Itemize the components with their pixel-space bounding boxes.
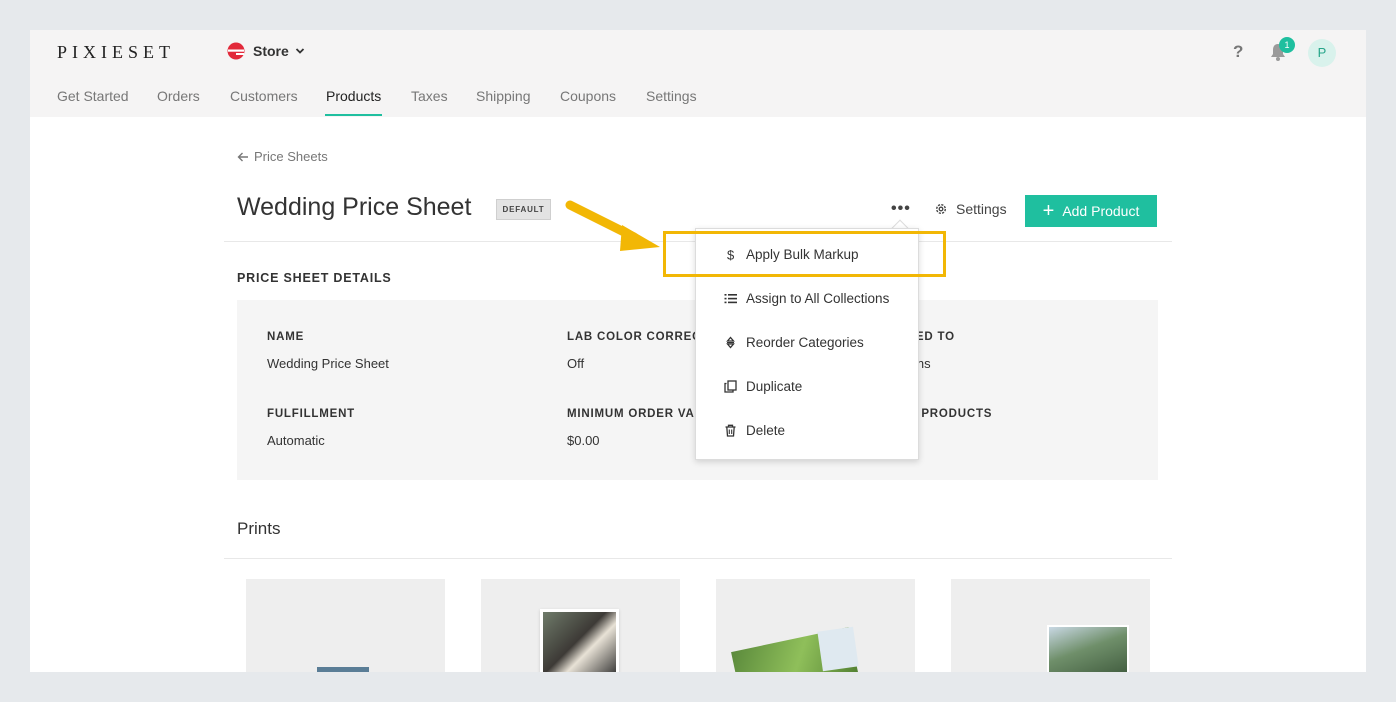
store-switcher[interactable]: Store [227, 42, 305, 60]
store-switcher-label: Store [253, 43, 289, 59]
chevron-down-icon [295, 48, 304, 54]
copy-icon [724, 380, 737, 393]
top-bar: PIXIESET Store ? 1 P [30, 30, 1366, 74]
list-icon [724, 294, 737, 304]
notification-badge: 1 [1279, 37, 1295, 53]
add-product-label: Add Product [1062, 203, 1140, 219]
gear-icon [935, 203, 947, 215]
field-value-min-order: $0.00 [567, 433, 600, 448]
tab-settings[interactable]: Settings [646, 88, 697, 104]
settings-button[interactable]: Settings [934, 201, 1007, 217]
product-image [817, 626, 859, 672]
arrow-left-icon [237, 152, 248, 161]
menu-item-reorder-categories[interactable]: Reorder Categories [724, 335, 864, 350]
field-label-name: NAME [267, 331, 305, 343]
product-card[interactable] [716, 579, 915, 672]
page-title: Wedding Price Sheet [237, 193, 472, 221]
active-tab-indicator [325, 114, 382, 116]
help-icon[interactable]: ? [1233, 42, 1243, 62]
product-card[interactable] [246, 579, 445, 672]
menu-item-assign-collections[interactable]: Assign to All Collections [724, 291, 889, 306]
tab-products[interactable]: Products [326, 88, 381, 104]
reorder-icon [726, 336, 735, 349]
prints-heading: Prints [237, 519, 281, 538]
tab-get-started[interactable]: Get Started [57, 88, 129, 104]
product-card[interactable] [951, 579, 1150, 672]
field-value-fulfillment: Automatic [267, 433, 325, 448]
default-badge: DEFAULT [496, 199, 551, 220]
tab-orders[interactable]: Orders [157, 88, 200, 104]
avatar[interactable]: P [1308, 39, 1336, 67]
add-product-button[interactable]: + Add Product [1025, 195, 1157, 227]
menu-item-label: Assign to All Collections [746, 291, 890, 306]
app-frame: PIXIESET Store ? 1 P Get Started Orders … [30, 30, 1366, 672]
tab-taxes[interactable]: Taxes [411, 88, 448, 104]
product-image [317, 667, 369, 672]
pixieset-logo[interactable]: PIXIESET [57, 42, 175, 63]
field-label-fulfillment: FULFILLMENT [267, 408, 356, 420]
product-image [1047, 625, 1129, 672]
product-card[interactable] [481, 579, 680, 672]
menu-item-label: Reorder Categories [746, 335, 864, 350]
menu-item-delete[interactable]: Delete [724, 423, 785, 438]
details-heading: PRICE SHEET DETAILS [237, 271, 392, 285]
settings-button-label: Settings [956, 201, 1007, 217]
product-image [540, 609, 619, 672]
prints-divider [224, 558, 1172, 559]
store-logo-icon [227, 42, 245, 60]
tab-coupons[interactable]: Coupons [560, 88, 616, 104]
field-value-lab-color: Off [567, 356, 585, 371]
back-link-label: Price Sheets [254, 149, 328, 164]
menu-item-duplicate[interactable]: Duplicate [724, 379, 802, 394]
tab-shipping[interactable]: Shipping [476, 88, 531, 104]
plus-icon: + [1042, 200, 1055, 222]
annotation-highlight-box [663, 231, 946, 277]
menu-item-label: Delete [746, 423, 786, 438]
tab-customers[interactable]: Customers [230, 88, 298, 104]
field-value-name: Wedding Price Sheet [267, 356, 389, 371]
store-tabs: Get Started Orders Customers Products Ta… [30, 74, 1366, 117]
menu-item-label: Duplicate [746, 379, 803, 394]
more-options-button[interactable]: ••• [891, 200, 911, 218]
back-link[interactable]: Price Sheets [237, 149, 328, 164]
trash-icon [725, 424, 736, 437]
